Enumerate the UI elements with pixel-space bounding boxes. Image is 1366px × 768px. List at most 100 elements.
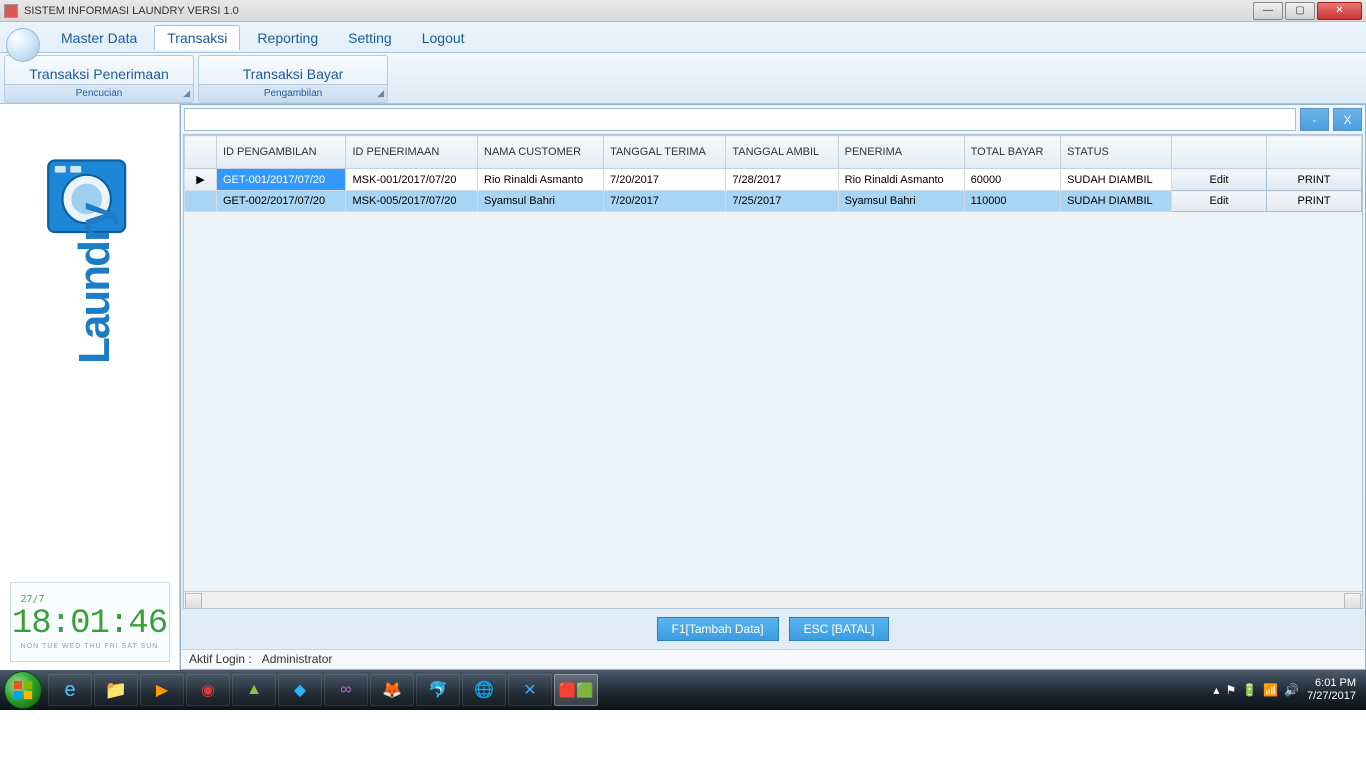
search-input[interactable] [184,108,1296,131]
app-icon [4,4,18,18]
col-edit [1172,136,1267,169]
horizontal-scrollbar[interactable] [184,591,1362,608]
transaksi-penerimaan-button[interactable]: Transaksi Penerimaan [29,66,169,82]
minimize-button[interactable]: — [1253,2,1283,20]
content-panel: - X ID PENGAMBILAN ID PENERIMAAN NAMA CU… [180,104,1366,670]
taskbar-time: 6:01 PM [1307,677,1356,690]
col-tanggal-ambil[interactable]: TANGGAL AMBIL [726,136,838,169]
windows-taskbar: e 📁 ▶ ◉ ▲ ◆ ∞ 🦊 🐬 🌐 ✕ 🟥🟩 ▴ ⚑ 🔋 📶 🔊 6:01 … [0,670,1366,710]
print-button[interactable]: PRINT [1267,191,1362,212]
taskbar-ie-icon[interactable]: e [48,674,92,706]
tab-setting[interactable]: Setting [335,25,405,50]
taskbar-explorer-icon[interactable]: 📁 [94,674,138,706]
taskbar-date: 7/27/2017 [1307,690,1356,703]
row-selector-header [185,136,217,169]
edit-button[interactable]: Edit [1172,169,1267,191]
cell-total[interactable]: 110000 [964,191,1060,212]
cell-tgl-terima[interactable]: 7/20/2017 [604,169,726,191]
col-total-bayar[interactable]: TOTAL BAYAR [964,136,1060,169]
cell-tgl-ambil[interactable]: 7/25/2017 [726,191,838,212]
tab-transaksi[interactable]: Transaksi [154,25,240,50]
col-nama-customer[interactable]: NAMA CUSTOMER [478,136,604,169]
taskbar-vscode-icon[interactable]: ✕ [508,674,552,706]
taskbar-app-icon[interactable]: ◆ [278,674,322,706]
tab-logout[interactable]: Logout [409,25,478,50]
group-label-pengambilan: Pengambilan [264,88,322,99]
tray-flag-icon[interactable]: ⚑ [1225,683,1236,697]
table-row[interactable]: GET-002/2017/07/20 MSK-005/2017/07/20 Sy… [185,191,1362,212]
cancel-button[interactable]: ESC [BATAL] [789,617,890,641]
row-marker: ▶ [185,169,217,191]
col-penerima[interactable]: PENERIMA [838,136,964,169]
taskbar-current-app-icon[interactable]: 🟥🟩 [554,674,598,706]
cell-status[interactable]: SUDAH DIAMBIL [1061,169,1172,191]
cell-nama[interactable]: Syamsul Bahri [478,191,604,212]
close-button[interactable]: ✕ [1317,2,1362,20]
taskbar-mediaplayer-icon[interactable]: ▶ [140,674,184,706]
cell-id-pengambilan[interactable]: GET-002/2017/07/20 [217,191,346,212]
dialog-launcher-icon[interactable]: ◢ [183,88,190,99]
taskbar-android-icon[interactable]: ▲ [232,674,276,706]
col-id-penerimaan[interactable]: ID PENERIMAAN [346,136,478,169]
start-button[interactable] [4,671,42,709]
col-print [1267,136,1362,169]
taskbar-apps: e 📁 ▶ ◉ ▲ ◆ ∞ 🦊 🐬 🌐 ✕ 🟥🟩 [48,674,598,706]
group-label-pencucian: Pencucian [76,88,123,99]
taskbar-app-icon[interactable]: ◉ [186,674,230,706]
cell-tgl-terima[interactable]: 7/20/2017 [604,191,726,212]
ribbon-groups: Transaksi Penerimaan Pencucian ◢ Transaks… [0,52,1366,103]
search-row: - X [181,105,1365,134]
status-user: Administrator [262,652,333,666]
print-button[interactable]: PRINT [1267,169,1362,191]
cell-penerima[interactable]: Syamsul Bahri [838,191,964,212]
tray-network-icon[interactable]: 📶 [1263,683,1278,697]
add-data-button[interactable]: F1[Tambah Data] [657,617,779,641]
window-title: SISTEM INFORMASI LAUNDRY VERSI 1.0 [24,5,1253,17]
window-titlebar: SISTEM INFORMASI LAUNDRY VERSI 1.0 — ▢ ✕ [0,0,1366,22]
table-row[interactable]: ▶ GET-001/2017/07/20 MSK-001/2017/07/20 … [185,169,1362,191]
tray-chevron-icon[interactable]: ▴ [1213,683,1219,697]
maximize-button[interactable]: ▢ [1285,2,1315,20]
col-tanggal-terima[interactable]: TANGGAL TERIMA [604,136,726,169]
cell-tgl-ambil[interactable]: 7/28/2017 [726,169,838,191]
tab-reporting[interactable]: Reporting [244,25,331,50]
tab-master-data[interactable]: Master Data [48,25,150,50]
clock-days: NON TUE WED THU FRI SAT SUN [21,643,159,650]
data-grid[interactable]: ID PENGAMBILAN ID PENERIMAAN NAMA CUSTOM… [183,134,1363,609]
taskbar-app-icon[interactable]: 🐬 [416,674,460,706]
close-panel-button[interactable]: X [1333,108,1362,131]
dialog-launcher-icon[interactable]: ◢ [377,88,384,99]
sidebar-clock: 27/7 18:01:46 NON TUE WED THU FRI SAT SU… [10,582,170,662]
main-area: Laundry 27/7 18:01:46 NON TUE WED THU FR… [0,104,1366,670]
taskbar-visualstudio-icon[interactable]: ∞ [324,674,368,706]
minimize-panel-button[interactable]: - [1300,108,1329,131]
taskbar-chrome-icon[interactable]: 🌐 [462,674,506,706]
cell-id-penerimaan[interactable]: MSK-001/2017/07/20 [346,169,478,191]
sidebar: Laundry 27/7 18:01:46 NON TUE WED THU FR… [0,104,180,670]
action-row: F1[Tambah Data] ESC [BATAL] [181,609,1365,649]
col-status[interactable]: STATUS [1061,136,1172,169]
clock-date: 27/7 [21,594,45,605]
cell-status[interactable]: SUDAH DIAMBIL [1061,191,1172,212]
cell-id-pengambilan[interactable]: GET-001/2017/07/20 [217,169,346,191]
ribbon-group-pengambilan: Transaksi Bayar Pengambilan ◢ [198,55,388,103]
ribbon: Master Data Transaksi Reporting Setting … [0,22,1366,104]
application-menu-orb[interactable] [6,28,40,62]
logo-text: Laundry [70,204,120,364]
status-label: Aktif Login : [189,652,252,666]
tray-volume-icon[interactable]: 🔊 [1284,683,1299,697]
taskbar-clock[interactable]: 6:01 PM 7/27/2017 [1307,677,1356,703]
col-id-pengambilan[interactable]: ID PENGAMBILAN [217,136,346,169]
cell-id-penerimaan[interactable]: MSK-005/2017/07/20 [346,191,478,212]
ribbon-tabs: Master Data Transaksi Reporting Setting … [48,25,478,50]
cell-penerima[interactable]: Rio Rinaldi Asmanto [838,169,964,191]
windows-logo-icon [12,679,34,701]
system-tray: ▴ ⚑ 🔋 📶 🔊 6:01 PM 7/27/2017 [1213,677,1362,703]
edit-button[interactable]: Edit [1172,191,1267,212]
tray-battery-icon[interactable]: 🔋 [1242,683,1257,697]
row-marker [185,191,217,212]
cell-nama[interactable]: Rio Rinaldi Asmanto [478,169,604,191]
taskbar-firefox-icon[interactable]: 🦊 [370,674,414,706]
cell-total[interactable]: 60000 [964,169,1060,191]
transaksi-bayar-button[interactable]: Transaksi Bayar [243,66,344,82]
